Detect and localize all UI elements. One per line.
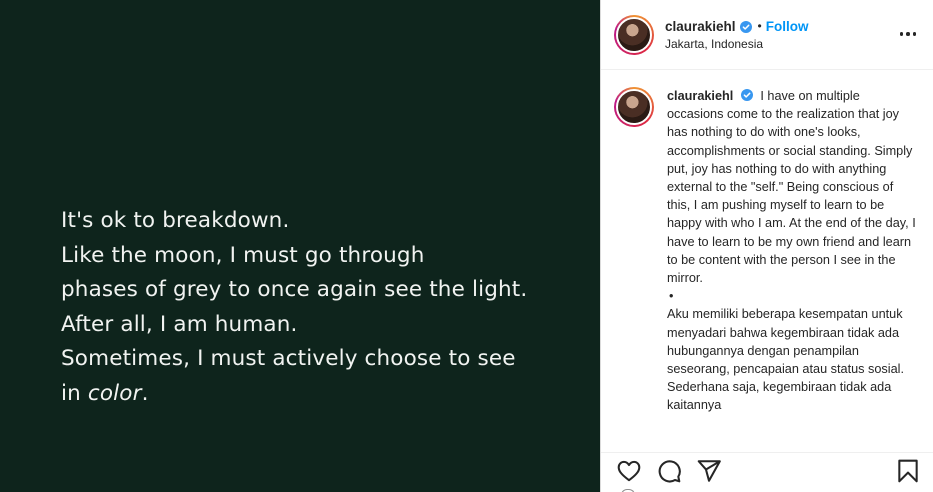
location-link[interactable]: Jakarta, Indonesia (665, 37, 809, 51)
paper-plane-icon[interactable] (696, 458, 722, 484)
quote-line-last: in color. (61, 377, 527, 412)
comments-section[interactable]: claurakiehl I have on multiple occasions… (601, 70, 933, 440)
username-link[interactable]: claurakiehl (665, 18, 736, 35)
bookmark-icon[interactable] (895, 458, 921, 484)
action-bar (601, 452, 933, 492)
post-header: claurakiehl • Follow Jakarta, Indonesia (601, 0, 933, 70)
post-sidebar: claurakiehl • Follow Jakarta, Indonesia (600, 0, 933, 492)
quote-line: After all, I am human. (61, 311, 298, 337)
caption-english: I have on multiple occasions come to the… (667, 89, 916, 286)
quote-line: phases of grey to once again see the lig… (61, 277, 528, 302)
heart-icon[interactable] (616, 458, 642, 484)
caption-indonesian: Aku memiliki beberapa kesempatan untuk m… (667, 307, 904, 413)
caption-avatar[interactable] (614, 87, 654, 127)
quote-italic-word: color (87, 380, 142, 406)
caption-separator: • (669, 289, 674, 304)
quote-line: Sometimes, I must actively choose to see (61, 346, 516, 371)
caption-text: claurakiehl I have on multiple occasions… (667, 87, 917, 415)
avatar[interactable] (614, 14, 654, 55)
comment-icon[interactable] (656, 458, 682, 484)
header-text: claurakiehl • Follow Jakarta, Indonesia (665, 18, 809, 51)
verified-badge-icon (740, 89, 753, 101)
instagram-post: It's ok to breakdown. Like the moon, I m… (0, 0, 933, 492)
follow-button[interactable]: Follow (766, 18, 809, 35)
separator-dot: • (757, 19, 762, 33)
quote-line: Like the moon, I must go through (61, 242, 425, 268)
quote-prefix: in (61, 380, 88, 406)
quote-suffix: . (141, 380, 149, 406)
quote-line: It's ok to breakdown. (61, 208, 290, 233)
caption: claurakiehl I have on multiple occasions… (614, 87, 920, 415)
post-image[interactable]: It's ok to breakdown. Like the moon, I m… (0, 0, 600, 492)
caption-username-link[interactable]: claurakiehl (667, 89, 733, 103)
quote-text: It's ok to breakdown. Like the moon, I m… (61, 204, 527, 411)
more-options-icon[interactable] (897, 25, 919, 43)
verified-badge-icon (739, 20, 752, 33)
